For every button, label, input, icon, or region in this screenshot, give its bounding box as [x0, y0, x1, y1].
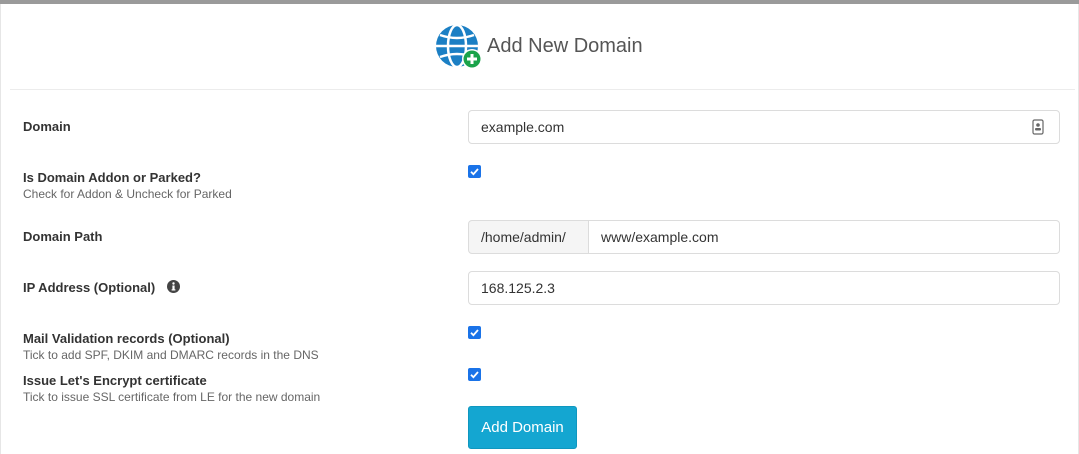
lets-encrypt-checkbox[interactable] [468, 368, 481, 381]
info-icon[interactable] [166, 279, 180, 296]
domain-input[interactable] [468, 110, 1060, 144]
addon-parked-label: Is Domain Addon or Parked? [23, 170, 201, 185]
addon-parked-checkbox[interactable] [468, 165, 481, 178]
lets-encrypt-help: Tick to issue SSL certificate from LE fo… [23, 390, 321, 404]
header-title-group: Add New Domain [435, 23, 643, 70]
domain-path-input[interactable] [589, 220, 1060, 254]
mail-validation-checkbox[interactable] [468, 326, 481, 339]
domain-path-label: Domain Path [23, 229, 103, 244]
ip-address-input[interactable] [468, 271, 1060, 305]
globe-plus-icon [435, 23, 483, 70]
check-icon [470, 329, 479, 337]
mail-validation-label: Mail Validation records (Optional) [23, 331, 230, 346]
check-icon [470, 168, 479, 176]
lets-encrypt-label: Issue Let's Encrypt certificate [23, 373, 207, 388]
domain-path-prefix: /home/admin/ [468, 220, 589, 254]
mail-validation-help: Tick to add SPF, DKIM and DMARC records … [23, 348, 319, 362]
domain-path-group: /home/admin/ [468, 220, 1060, 254]
header-divider [10, 89, 1075, 90]
add-domain-button[interactable]: Add Domain [468, 406, 577, 449]
addon-parked-help: Check for Addon & Uncheck for Parked [23, 187, 232, 201]
panel-header: Add New Domain [0, 4, 1079, 90]
ip-address-label-row: IP Address (Optional) [23, 279, 180, 296]
contact-card-icon[interactable] [1032, 119, 1044, 135]
ip-address-label: IP Address (Optional) [23, 280, 156, 295]
check-icon [470, 371, 479, 379]
domain-label: Domain [23, 119, 71, 134]
page-title: Add New Domain [487, 34, 643, 57]
